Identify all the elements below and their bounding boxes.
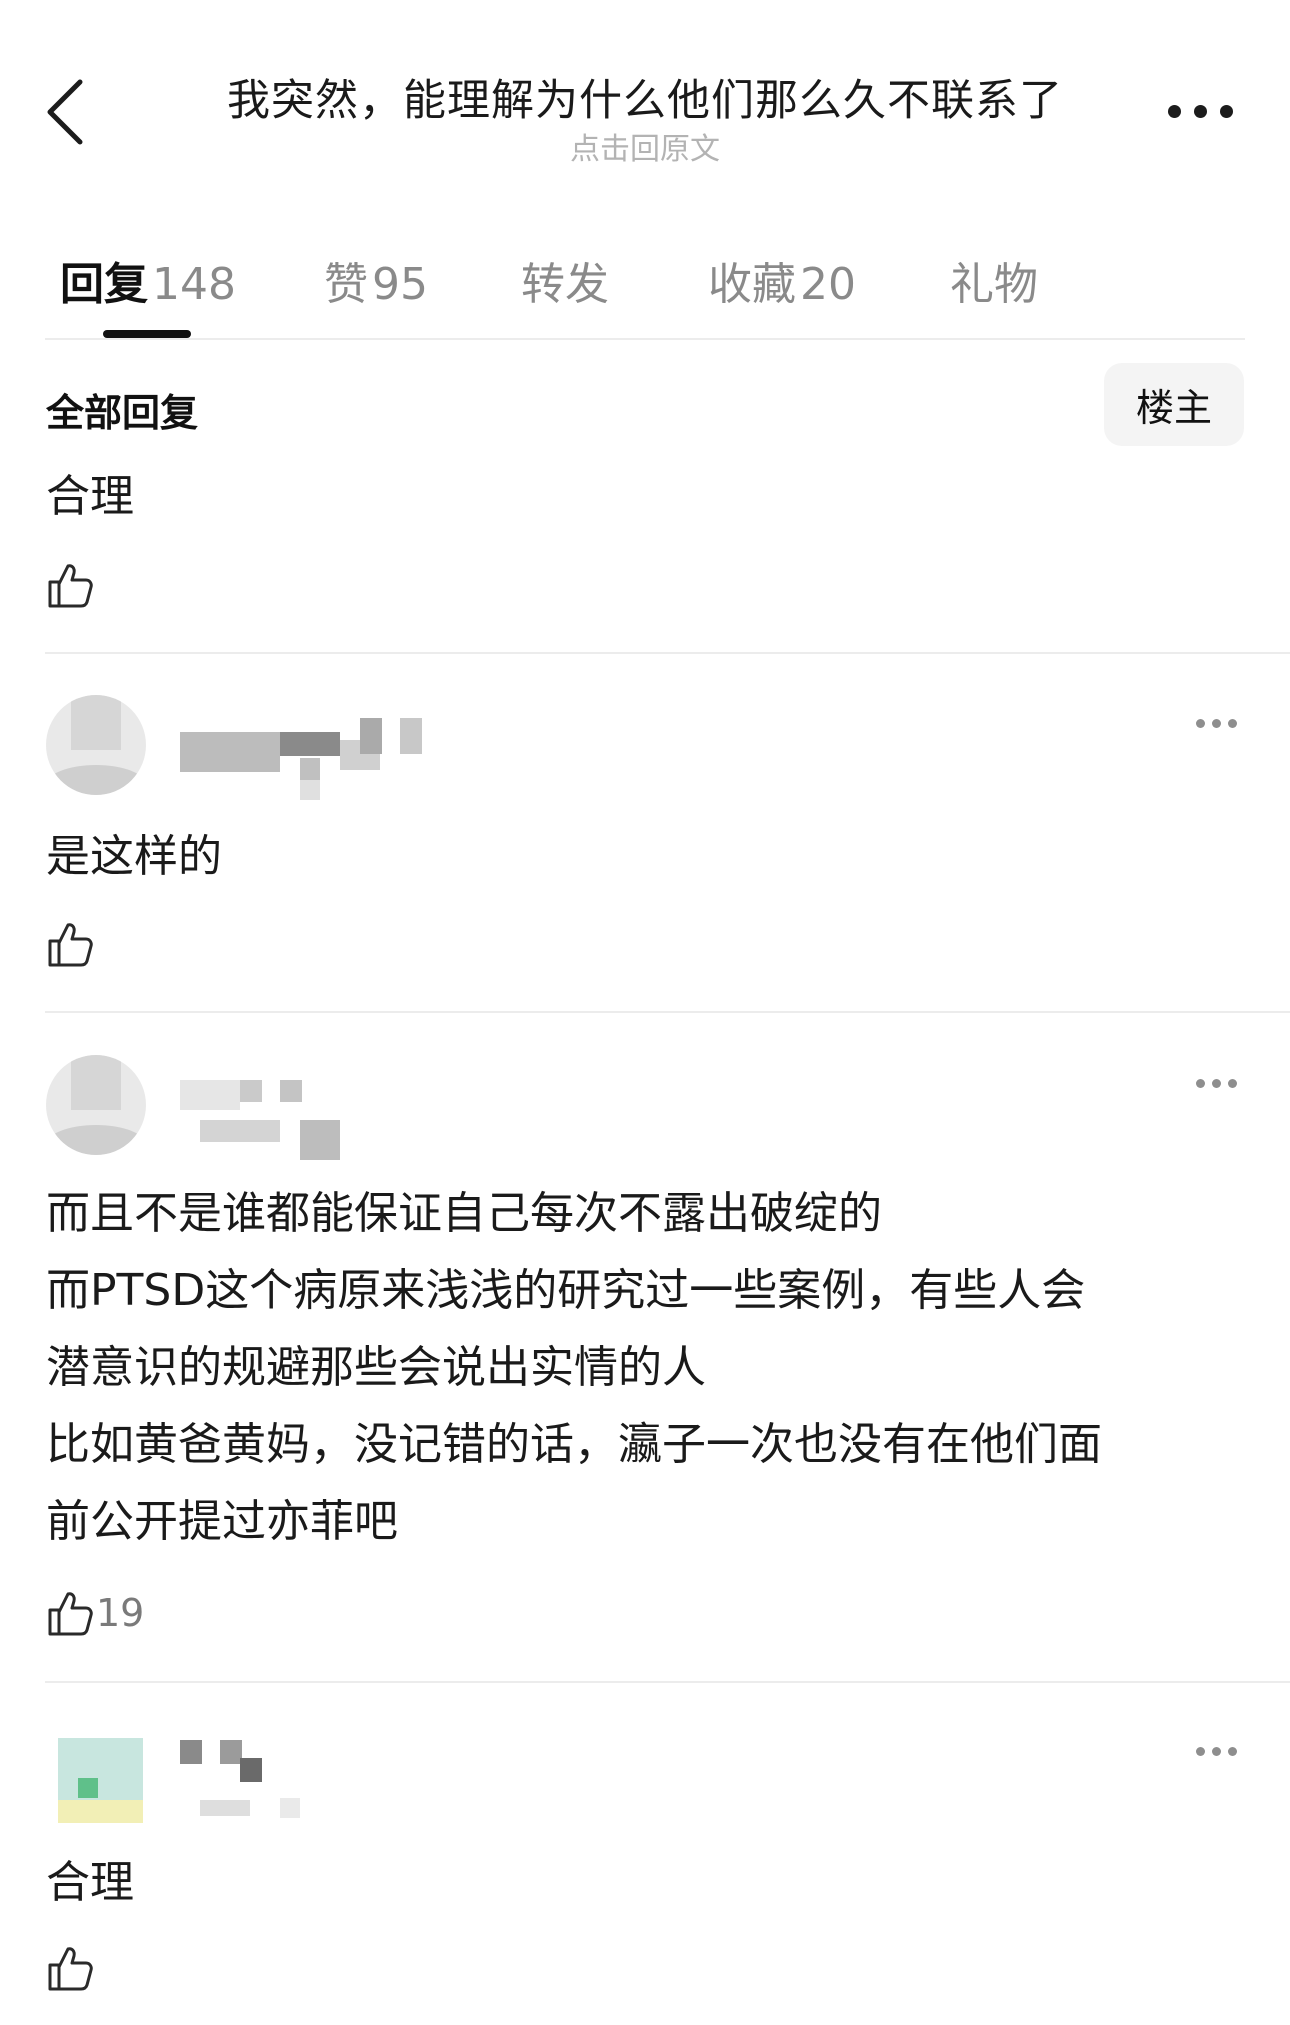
top-bar: 我突然，能理解为什么他们那么久不联系了 点击回原文 (0, 0, 1290, 190)
more-dot (1228, 718, 1237, 728)
thumbs-up-icon (48, 923, 93, 967)
tab-count: 148 (152, 259, 236, 310)
tab-likes[interactable]: 赞95 (324, 248, 428, 312)
blur-block (300, 758, 320, 780)
blur-block (240, 1080, 262, 1102)
avatar-shape (71, 695, 121, 750)
comment-line: 合理 (46, 471, 134, 522)
username-blurred[interactable] (180, 718, 425, 800)
avatar-shape (71, 1055, 121, 1110)
comment-line: 潜意识的规避那些会说出实情的人 (46, 1342, 706, 1393)
blur-block (180, 1740, 202, 1764)
comment-text[interactable]: 是这样的 (46, 818, 222, 895)
thumbs-up-icon (48, 1947, 93, 1991)
thumbs-up-icon (48, 564, 93, 608)
username-blurred[interactable] (180, 1740, 340, 1822)
comment-text[interactable]: 合理 (46, 458, 134, 535)
blur-block (360, 718, 382, 754)
section-title: 全部回复 (46, 391, 199, 435)
tab-label: 赞 (324, 259, 368, 310)
more-dot (1193, 104, 1207, 118)
like-button[interactable] (46, 1942, 96, 1994)
chevron-left-icon (47, 79, 83, 145)
comment-line: 是这样的 (46, 831, 222, 882)
blur-block (180, 1080, 240, 1110)
like-count: 19 (96, 1591, 145, 1635)
blur-block (280, 1798, 300, 1818)
op-only-button[interactable]: 楼主 (1104, 363, 1244, 446)
comment-more-button[interactable] (1196, 716, 1246, 730)
more-dot (1212, 1746, 1221, 1756)
comment-divider (45, 1011, 1290, 1013)
back-to-original-link[interactable]: 点击回原文 (140, 124, 1150, 168)
tab-label: 回复 (60, 259, 148, 310)
tab-gifts[interactable]: 礼物 (950, 248, 1038, 312)
comment-line: 合理 (46, 1857, 134, 1908)
more-dot (1212, 718, 1221, 728)
blur-block (240, 1758, 262, 1782)
comment-more-button[interactable] (1196, 1744, 1246, 1758)
comment-text[interactable]: 而且不是谁都能保证自己每次不露出破绽的 而PTSD这个病原来浅浅的研究过一些案例… (46, 1175, 1102, 1560)
comment-divider (45, 1681, 1290, 1683)
comment-divider (45, 652, 1290, 654)
tab-count: 95 (372, 259, 428, 310)
comment-line: 前公开提过亦菲吧 (46, 1496, 398, 1547)
more-dot (1219, 104, 1233, 118)
comment-more-button[interactable] (1196, 1076, 1246, 1090)
comment-line: 而PTSD这个病原来浅浅的研究过一些案例，有些人会 (46, 1265, 1086, 1316)
tab-label: 收藏 (708, 259, 796, 310)
blur-block (300, 1120, 340, 1160)
avatar-pixel (58, 1738, 143, 1803)
tab-label: 礼物 (950, 259, 1038, 310)
tab-bar: 回复148 赞95 转发 收藏20 礼物 (0, 220, 1290, 340)
avatar-pixel (78, 1778, 98, 1798)
back-button[interactable] (36, 72, 106, 152)
like-button[interactable] (46, 918, 96, 970)
blur-block (180, 732, 280, 772)
tab-favorites[interactable]: 收藏20 (708, 248, 856, 312)
more-horizontal-icon (1167, 104, 1181, 118)
more-horizontal-icon (1196, 718, 1205, 728)
thumbs-up-icon (48, 1592, 93, 1636)
comment-line: 而且不是谁都能保证自己每次不露出破绽的 (46, 1188, 882, 1239)
avatar[interactable] (46, 695, 146, 795)
more-options-button[interactable] (1160, 96, 1240, 126)
more-dot (1228, 1746, 1237, 1756)
tabs-divider (45, 338, 1245, 340)
tab-replies[interactable]: 回复148 (60, 248, 236, 312)
avatar-shape (46, 765, 146, 795)
like-button[interactable]: 19 (46, 1587, 144, 1639)
more-dot (1228, 1078, 1237, 1088)
blur-block (280, 1080, 302, 1102)
more-horizontal-icon (1196, 1078, 1205, 1088)
post-title[interactable]: 我突然，能理解为什么他们那么久不联系了 (140, 66, 1150, 128)
username-blurred[interactable] (180, 1080, 350, 1162)
like-button[interactable] (46, 559, 96, 611)
blur-block (220, 1740, 242, 1764)
more-dot (1212, 1078, 1221, 1088)
avatar-shape (46, 1125, 146, 1155)
avatar-pixel (58, 1800, 143, 1823)
blur-block (200, 1800, 250, 1816)
active-tab-indicator (103, 330, 191, 338)
tab-label: 转发 (521, 259, 609, 310)
comment-text[interactable]: 合理 (46, 1844, 134, 1921)
more-horizontal-icon (1196, 1746, 1205, 1756)
blur-block (300, 780, 320, 800)
tab-reposts[interactable]: 转发 (521, 248, 609, 312)
avatar[interactable] (46, 1055, 146, 1155)
blur-block (200, 1120, 280, 1142)
comment-line: 比如黄爸黄妈，没记错的话，瀛子一次也没有在他们面 (46, 1419, 1102, 1470)
avatar[interactable] (58, 1738, 143, 1823)
blur-block (400, 718, 422, 754)
tab-count: 20 (800, 259, 856, 310)
blur-block (280, 732, 340, 756)
